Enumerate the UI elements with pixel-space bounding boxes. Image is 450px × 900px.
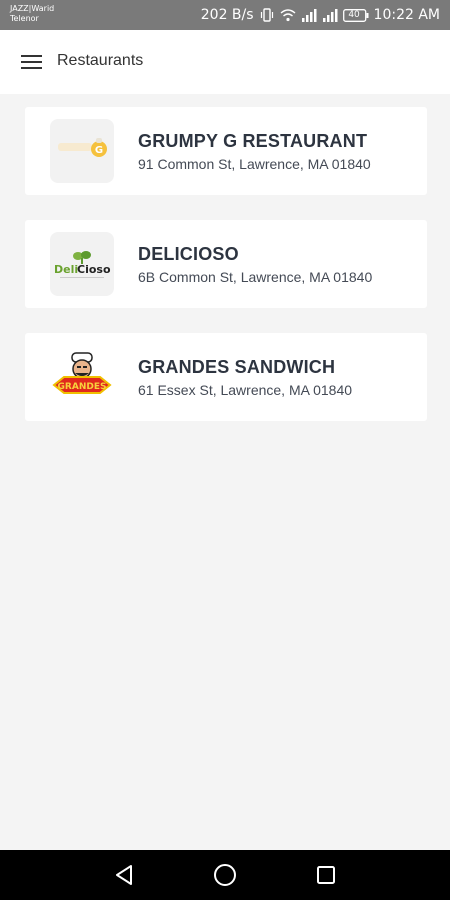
grandes-logo: GRANDES — [50, 345, 114, 409]
back-button[interactable] — [111, 862, 137, 888]
network-speed: 202 B/s — [200, 7, 254, 23]
carrier-info: JAZZ|Warid Telenor — [10, 4, 54, 24]
recents-square-icon — [317, 866, 335, 884]
svg-text:Cioso: Cioso — [77, 263, 111, 276]
grumpy-g-logo: G — [50, 119, 114, 183]
recents-button[interactable] — [313, 862, 339, 888]
status-bar: JAZZ|Warid Telenor 202 B/s 40 10:22 AM — [0, 0, 450, 30]
clock: 10:22 AM — [373, 7, 440, 23]
back-triangle-icon — [116, 865, 132, 885]
home-button[interactable] — [212, 862, 238, 888]
battery-level: 40 — [348, 9, 360, 20]
battery-icon: 40 — [342, 8, 369, 22]
carrier-line-2: Telenor — [10, 14, 39, 23]
navigation-bar — [0, 850, 450, 900]
restaurant-name: GRUMPY G RESTAURANT — [138, 131, 368, 151]
restaurant-address: 61 Essex St, Lawrence, MA 01840 — [138, 382, 353, 398]
page-title: Restaurants — [57, 52, 144, 69]
menu-button[interactable] — [12, 42, 52, 82]
restaurant-list: G GRUMPY G RESTAURANT 91 Common St, Lawr… — [25, 107, 427, 446]
delicioso-logo: Deli Cioso — [50, 232, 114, 296]
wifi-icon — [280, 8, 296, 22]
restaurant-card-grumpy-g[interactable]: G GRUMPY G RESTAURANT 91 Common St, Lawr… — [25, 107, 427, 195]
restaurant-address: 6B Common St, Lawrence, MA 01840 — [138, 269, 373, 285]
svg-text:Deli: Deli — [54, 263, 78, 276]
svg-text:G: G — [95, 145, 103, 156]
signal-icon-2 — [322, 8, 338, 22]
restaurant-card-grandes[interactable]: GRANDES GRANDES SANDWICH 61 Essex St, La… — [25, 333, 427, 421]
restaurant-address: 91 Common St, Lawrence, MA 01840 — [138, 156, 371, 172]
vibrate-icon — [259, 8, 275, 22]
signal-icon-1 — [301, 8, 317, 22]
app-bar: Restaurants — [0, 30, 450, 94]
screen: JAZZ|Warid Telenor 202 B/s 40 10:22 AM R… — [0, 0, 450, 900]
home-circle-icon — [214, 864, 236, 886]
hamburger-menu-icon — [21, 55, 42, 69]
restaurant-card-delicioso[interactable]: Deli Cioso DELICIOSO 6B Common St, Lawre… — [25, 220, 427, 308]
restaurant-name: DELICIOSO — [138, 244, 239, 264]
svg-text:GRANDES: GRANDES — [58, 382, 107, 392]
carrier-line-1: JAZZ|Warid — [10, 4, 55, 13]
restaurant-name: GRANDES SANDWICH — [138, 357, 336, 377]
status-icons: 202 B/s 40 10:22 AM — [201, 6, 440, 24]
